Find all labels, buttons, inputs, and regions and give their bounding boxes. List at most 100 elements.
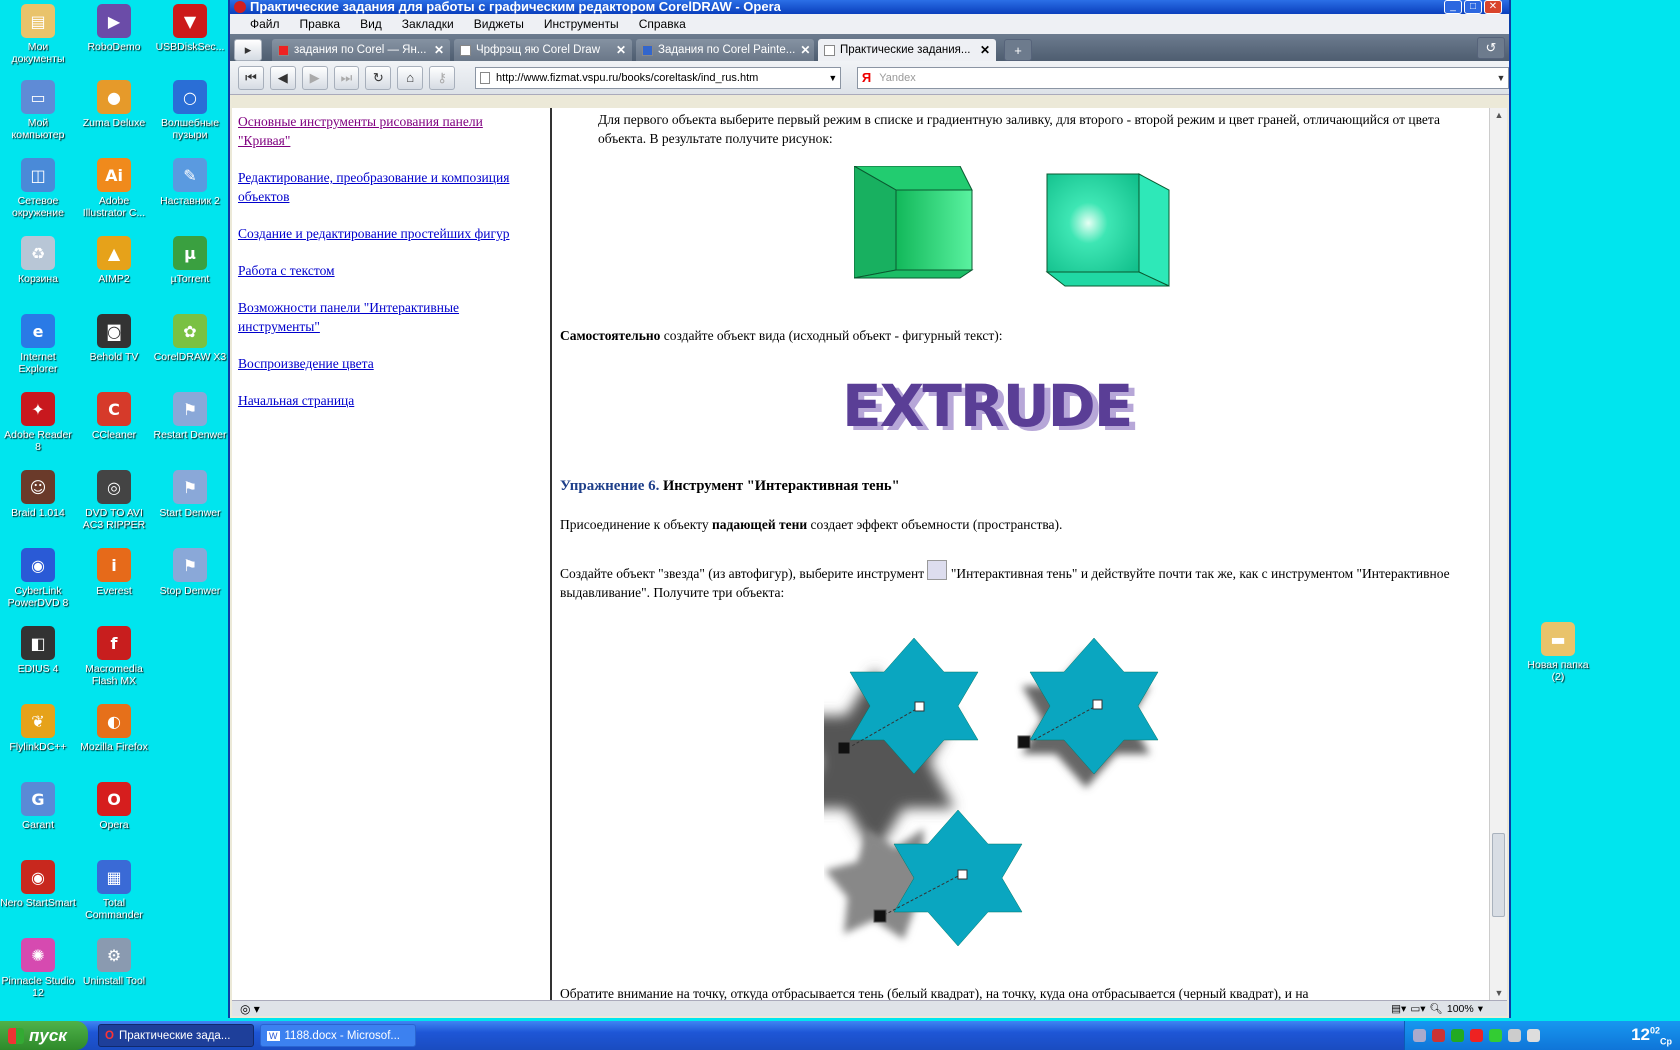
chevron-down-icon[interactable]: ▾: [1478, 1003, 1483, 1015]
menu-view[interactable]: Вид: [350, 17, 392, 31]
search-field[interactable]: Я Yandex ▼: [856, 66, 1510, 89]
tab-corel-draw[interactable]: Чрфрэщ яю Corel Draw ✕: [454, 39, 632, 61]
powerdvd-icon[interactable]: ◉ CyberLink PowerDVD 8: [0, 548, 76, 609]
opera-icon[interactable]: O Opera: [76, 782, 152, 831]
tray-arrow-icon[interactable]: [1413, 1029, 1426, 1042]
menu-bookmarks[interactable]: Закладки: [392, 17, 464, 31]
usbdisksec-icon[interactable]: ▼ USBDiskSec...: [152, 4, 228, 53]
tab-close-icon[interactable]: ✕: [434, 43, 444, 57]
reload-button[interactable]: ↻: [365, 65, 392, 90]
tab-corel-painter[interactable]: Задания по Corel Painte... ✕: [636, 39, 814, 61]
nastavnik-icon[interactable]: ✎ Наставник 2: [152, 158, 228, 207]
start-button[interactable]: пуск: [0, 1021, 88, 1050]
adobe-reader-icon[interactable]: ✦ Adobe Reader 8: [0, 392, 76, 453]
tab-practical-tasks[interactable]: Практические задания... ✕: [818, 39, 996, 61]
restart-denwer-icon[interactable]: ⚑ Restart Denwer: [152, 392, 228, 441]
tab-close-icon[interactable]: ✕: [800, 43, 810, 57]
tray-usb-icon[interactable]: [1508, 1029, 1521, 1042]
chevron-down-icon[interactable]: ▼: [826, 73, 840, 83]
magnifier-icon: 🔍︎: [1429, 1003, 1443, 1015]
zoom-level: 100%: [1446, 1002, 1474, 1015]
scroll-thumb[interactable]: [1492, 833, 1505, 917]
new-folder-icon[interactable]: ▬ Новая папка (2): [1520, 622, 1596, 683]
everest-icon[interactable]: i Everest: [76, 548, 152, 597]
my-documents-icon[interactable]: ▤ Мои документы: [0, 4, 76, 65]
clock[interactable]: 1202Ср: [1631, 1025, 1672, 1046]
rewind-button[interactable]: ⏮: [238, 65, 264, 90]
garant-icon[interactable]: G Garant: [0, 782, 76, 831]
trash-undo-icon[interactable]: ↺: [1477, 37, 1505, 59]
back-button[interactable]: ◀: [269, 65, 296, 90]
internet-explorer-icon[interactable]: e Internet Explorer: [0, 314, 76, 375]
recycle-bin-icon[interactable]: ♻ Корзина: [0, 236, 76, 285]
my-computer-icon[interactable]: ▭ Мой компьютер: [0, 80, 76, 141]
behold-tv-icon[interactable]: ◙ Behold TV: [76, 314, 152, 363]
menu-widgets[interactable]: Виджеты: [464, 17, 534, 31]
braid-icon[interactable]: ☺ Braid 1.014: [0, 470, 76, 519]
maximize-button[interactable]: □: [1464, 0, 1482, 14]
address-field[interactable]: http://www.fizmat.vspu.ru/books/coreltas…: [475, 66, 841, 89]
wand-button[interactable]: ⚷: [429, 65, 456, 90]
menu-file[interactable]: Файл: [240, 17, 290, 31]
forward-button[interactable]: ▶: [301, 65, 328, 90]
scroll-up-icon[interactable]: ▲: [1490, 110, 1508, 120]
minimize-button[interactable]: _: [1444, 0, 1462, 14]
tray-shield-icon[interactable]: [1470, 1029, 1483, 1042]
total-commander-icon[interactable]: ▦ Total Commander: [76, 860, 152, 921]
tab-bar: ▸ задания по Corel — Ян... ✕ Чрфрэщ яю Co…: [230, 34, 1509, 61]
flash-mx-icon[interactable]: f Macromedia Flash MX: [76, 626, 152, 687]
fast-forward-button[interactable]: ⏭: [333, 65, 360, 90]
stop-denwer-icon[interactable]: ⚑ Stop Denwer: [152, 548, 228, 597]
sidebar-link-text[interactable]: Работа с текстом: [238, 261, 538, 280]
menu-help[interactable]: Справка: [629, 17, 696, 31]
firefox-icon[interactable]: ◐ Mozilla Firefox: [76, 704, 152, 753]
zuma-deluxe-icon[interactable]: ● Zuma Deluxe: [76, 80, 152, 129]
sidebar-link-color[interactable]: Воспроизведение цвета: [238, 354, 538, 373]
dvd-to-avi-icon[interactable]: ◎ DVD TO AVI AC3 RIPPER: [76, 470, 152, 531]
tab-close-icon[interactable]: ✕: [980, 43, 990, 57]
adobe-illustrator-icon[interactable]: Ai Adobe Illustrator C...: [76, 158, 152, 219]
uninstall-tool-icon[interactable]: ⚙ Uninstall Tool: [76, 938, 152, 987]
pinnacle-studio-icon[interactable]: ✺ Pinnacle Studio 12: [0, 938, 76, 999]
utorrent-icon[interactable]: µ µTorrent: [152, 236, 228, 285]
taskbar-item-opera[interactable]: O Практические зада...: [98, 1024, 254, 1047]
title-bar[interactable]: Практические задания для работы с графич…: [230, 0, 1509, 14]
vertical-scrollbar[interactable]: ▲ ▼: [1489, 108, 1507, 1000]
image-icon[interactable]: ▭▾: [1410, 1003, 1425, 1015]
flylinkdc-icon[interactable]: ❦ FlylinkDC++: [0, 704, 76, 753]
tray-torrent-icon[interactable]: [1489, 1029, 1502, 1042]
sidebar-link-editing[interactable]: Редактирование, преобразование и компози…: [238, 168, 538, 206]
magic-bubbles-icon[interactable]: ○ Волшебные пузыри: [152, 80, 228, 141]
tray-network-icon[interactable]: [1451, 1029, 1464, 1042]
taskbar-item-word[interactable]: W 1188.docx - Microsof...: [260, 1024, 416, 1047]
ccleaner-icon[interactable]: C CCleaner: [76, 392, 152, 441]
panel-toggle-button[interactable]: ▸: [234, 39, 262, 61]
speed-dial-icon[interactable]: ◎ ▾: [240, 1002, 260, 1016]
start-denwer-icon[interactable]: ⚑ Start Denwer: [152, 470, 228, 519]
chevron-down-icon[interactable]: ▼: [1494, 73, 1508, 83]
network-places-icon[interactable]: ◫ Сетевое окружение: [0, 158, 76, 219]
zoom-control[interactable]: ▤▾ ▭▾ 🔍︎ 100% ▾: [1391, 1002, 1483, 1016]
sidebar-link-curve-tools[interactable]: Основные инструменты рисования панели "К…: [238, 112, 538, 150]
new-tab-button[interactable]: +: [1004, 39, 1032, 61]
nero-icon[interactable]: ◉ Nero StartSmart: [0, 860, 76, 909]
tab-close-icon[interactable]: ✕: [616, 43, 626, 57]
tray-volume-icon[interactable]: [1527, 1029, 1540, 1042]
intro-paragraph: Для первого объекта выберите первый режи…: [598, 112, 1440, 146]
view-icon[interactable]: ▤▾: [1391, 1003, 1406, 1015]
close-button[interactable]: ✕: [1484, 0, 1502, 14]
coreldraw-icon[interactable]: ✿ CorelDRAW X3: [152, 314, 228, 363]
home-button[interactable]: ⌂: [397, 65, 424, 90]
yandex-logo-icon: Я: [861, 70, 872, 85]
tab-yandex[interactable]: задания по Corel — Ян... ✕: [272, 39, 450, 61]
sidebar-link-interactive-tools[interactable]: Возможности панели "Интерактивные инстру…: [238, 298, 538, 336]
sidebar-link-home[interactable]: Начальная страница: [238, 391, 538, 410]
aimp2-icon[interactable]: ▲ AIMP2: [76, 236, 152, 285]
tray-antivirus-icon[interactable]: [1432, 1029, 1445, 1042]
edius-icon[interactable]: ◧ EDIUS 4: [0, 626, 76, 675]
robodemo-icon[interactable]: ▶ RoboDemo: [76, 4, 152, 53]
sidebar-link-simple-shapes[interactable]: Создание и редактирование простейших фиг…: [238, 224, 538, 243]
menu-tools[interactable]: Инструменты: [534, 17, 629, 31]
menu-edit[interactable]: Правка: [290, 17, 351, 31]
scroll-down-icon[interactable]: ▼: [1490, 988, 1508, 998]
